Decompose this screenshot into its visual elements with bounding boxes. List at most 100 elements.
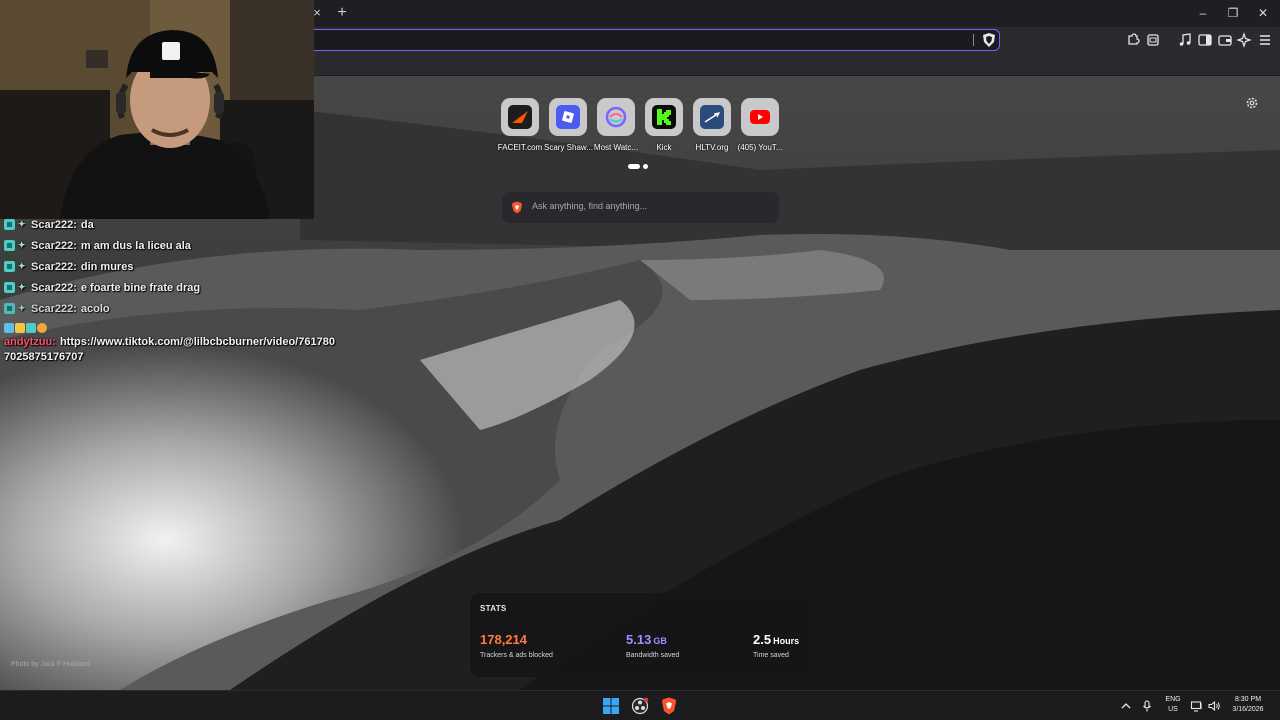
minimize-button[interactable]: – — [1188, 4, 1218, 22]
chevron-up-icon[interactable] — [1119, 699, 1133, 713]
pagination-dot[interactable] — [643, 164, 648, 169]
restore-button[interactable]: ❐ — [1218, 4, 1248, 22]
chat-message: ✦ Scar222: m am dus la liceu ala — [4, 235, 344, 256]
faceit-icon — [501, 98, 539, 136]
shortcut-label: Scary Shaw... — [544, 143, 593, 152]
address-bar-divider — [973, 34, 974, 46]
new-tab-button[interactable]: + — [333, 4, 351, 22]
stat-label: Time saved — [753, 652, 789, 659]
network-icon[interactable] — [1190, 699, 1204, 713]
address-bar[interactable] — [270, 29, 1000, 51]
stat-unit: Hours — [773, 636, 800, 646]
shortcut-label: HLTV.org — [695, 143, 729, 152]
sub-badge-icon — [4, 323, 14, 333]
chat-message: ✦ Scar222: din mures — [4, 256, 344, 277]
volume-icon[interactable] — [1207, 699, 1221, 713]
shortcut-scary-shaw[interactable]: Scary Shaw... — [544, 98, 593, 152]
chat-username: Scar222: — [31, 218, 77, 231]
microphone-icon[interactable] — [1140, 699, 1154, 713]
chat-message: ✦ Scar222: da — [4, 214, 344, 235]
media-icon[interactable] — [1176, 31, 1194, 49]
chat-text: da — [80, 218, 94, 231]
clock-date: 3/16/2026 — [1232, 706, 1264, 713]
stat-value: 2.5 — [753, 632, 772, 647]
star-badge-icon: ✦ — [18, 261, 26, 271]
brave-icon[interactable] — [659, 696, 679, 716]
chat-username: Scar222: — [31, 239, 77, 252]
obs-icon[interactable] — [630, 696, 650, 716]
shortcut-hltv[interactable]: HLTV.org — [688, 98, 736, 152]
shortcut-youtube[interactable]: (405) YouT... — [736, 98, 784, 152]
hltv-icon — [693, 98, 731, 136]
shortcut-faceit[interactable]: FACEIT.com — [496, 98, 544, 152]
chat-username: Scar222: — [31, 302, 77, 315]
chat-username: Scar222: — [31, 281, 77, 294]
search-box[interactable]: Ask anything, find anything... — [502, 192, 779, 223]
leo-ai-icon[interactable] — [1236, 31, 1254, 49]
crown-badge-icon — [15, 323, 25, 333]
star-badge-icon: ✦ — [18, 219, 26, 229]
windows-start-icon[interactable] — [601, 696, 621, 716]
wallet-icon[interactable] — [1216, 31, 1234, 49]
youtube-icon — [741, 98, 779, 136]
clock[interactable]: 8:30 PM 3/16/2026 — [1226, 695, 1270, 715]
top-sites: FACEIT.com Scary Shaw... Most Watc... Ki… — [496, 98, 786, 158]
twitch-tracker-icon — [597, 98, 635, 136]
stats-title: STATS — [480, 604, 507, 613]
photo-credit[interactable]: Photo by Jack F Hubbard — [11, 661, 90, 668]
chat-username: Scar222: — [31, 260, 77, 273]
shortcut-kick[interactable]: Kick — [640, 98, 688, 152]
chat-message: ✦ Scar222: acolo — [4, 298, 344, 319]
shortcut-label: (405) YouT... — [737, 143, 783, 152]
stat-label: Bandwidth saved — [626, 652, 680, 659]
taskbar: ENG US 8:30 PM 3/16/2026 — [0, 690, 1280, 720]
roblox-icon — [549, 98, 587, 136]
shortcut-pagination — [628, 164, 652, 170]
chat-text: din mures — [80, 260, 134, 273]
close-window-button[interactable]: ✕ — [1248, 4, 1278, 22]
gear-icon[interactable] — [1245, 96, 1259, 110]
shortcut-most-watched[interactable]: Most Watc... — [592, 98, 640, 152]
menu-icon[interactable] — [1256, 31, 1274, 49]
screen: × + – ❐ ✕ ✦ Scar222: da ✦ Scar222: m am … — [0, 0, 1280, 720]
pagination-dot-active[interactable] — [628, 164, 640, 169]
stats-widget: STATS 178,214 Trackers & ads blocked 5.1… — [470, 593, 811, 677]
chat-badge-row — [4, 321, 344, 335]
clock-time: 8:30 PM — [1234, 696, 1262, 703]
stat-value: 178,214 — [480, 632, 527, 647]
sidebar-icon[interactable] — [1196, 31, 1214, 49]
chat-text: e foarte bine frate drag — [80, 281, 201, 294]
extensions-icon[interactable] — [1124, 31, 1142, 49]
stat-time: 2.5 Hours Time saved — [753, 631, 799, 659]
chat-text: m am dus la liceu ala — [80, 239, 191, 252]
kick-icon — [645, 98, 683, 136]
chat-link[interactable]: https://www.tiktok.com/@lilbcbcburner/vi… — [60, 336, 335, 348]
shortcut-label: FACEIT.com — [497, 143, 543, 152]
brave-shields-icon[interactable] — [981, 32, 997, 48]
stat-unit: GB — [653, 636, 667, 646]
shortcut-label: Most Watc... — [593, 143, 639, 152]
stat-value: 5.13 — [626, 632, 652, 647]
chat-badge-icon — [4, 282, 15, 293]
language-code: ENG — [1165, 696, 1181, 703]
brave-logo-icon — [511, 201, 523, 214]
star-badge-icon: ✦ — [18, 282, 26, 292]
search-input[interactable]: Ask anything, find anything... — [532, 201, 647, 211]
star-badge-icon: ✦ — [18, 240, 26, 250]
tab-search-icon[interactable] — [1144, 31, 1162, 49]
chat-username: andytzuu: — [4, 336, 56, 348]
shortcut-label: Kick — [656, 143, 672, 152]
chat-message: ✦ Scar222: e foarte bine frate drag — [4, 277, 344, 298]
webcam-overlay — [0, 0, 314, 219]
bits-badge-icon — [37, 323, 47, 333]
stat-label: Trackers & ads blocked — [480, 652, 553, 659]
chat-text: acolo — [80, 302, 110, 315]
star-badge-icon: ✦ — [18, 303, 26, 313]
stat-trackers: 178,214 Trackers & ads blocked — [480, 631, 553, 659]
chat-link-continued[interactable]: 7025875176707 — [4, 350, 344, 365]
stream-chat: ✦ Scar222: da ✦ Scar222: m am dus la lic… — [4, 214, 344, 365]
chat-badge-icon — [4, 240, 15, 251]
chat-badge-icon — [26, 323, 36, 333]
keyboard-layout: US — [1168, 706, 1178, 713]
language-indicator[interactable]: ENG US — [1162, 695, 1184, 715]
